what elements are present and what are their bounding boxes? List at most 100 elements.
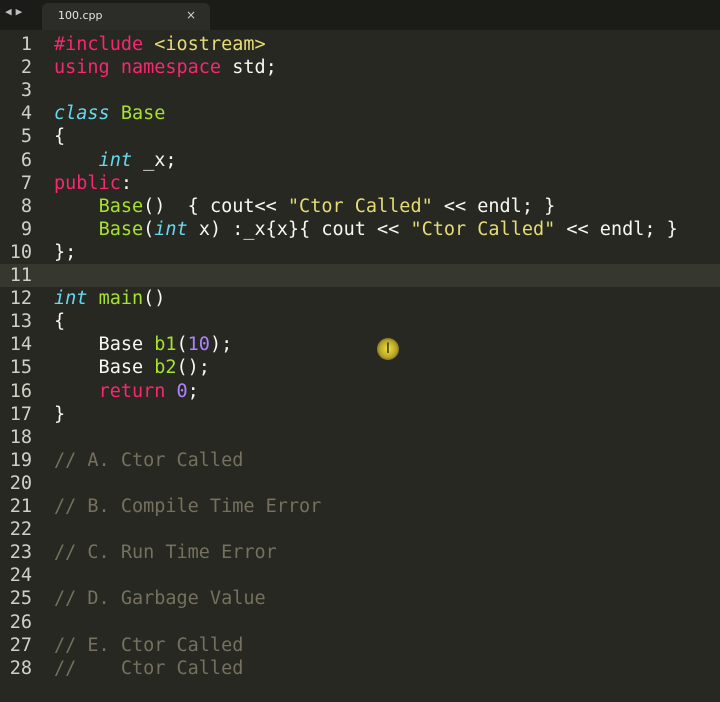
code-line[interactable]: 14 Base b1(10);: [0, 333, 720, 356]
code-line[interactable]: 23 // C. Run Time Error: [0, 541, 720, 564]
code-token: << endl; }: [432, 195, 556, 217]
line-number: 21: [9, 496, 32, 517]
line-number: 13: [9, 311, 32, 333]
code-line[interactable]: 5{: [0, 125, 720, 148]
code-line[interactable]: 4 class Base: [0, 102, 720, 125]
line-code: // C. Run Time Error: [54, 541, 277, 564]
code-line[interactable]: 18: [0, 426, 720, 449]
code-line[interactable]: 25 // D. Garbage Value: [0, 587, 720, 610]
code-token: << endl; }: [555, 218, 678, 240]
line-code: // E. Ctor Called: [54, 634, 243, 657]
line-number: 10: [9, 241, 32, 263]
text-cursor-icon: I: [377, 338, 399, 360]
line-number: 9: [20, 218, 32, 240]
code-line[interactable]: 12 int main(): [0, 287, 720, 310]
code-token: int: [98, 149, 132, 171]
code-token: (: [176, 334, 188, 356]
code-line[interactable]: 1 #include <iostream>: [0, 33, 720, 56]
line-code: Base b2();: [54, 356, 210, 379]
line-code: #include <iostream>: [54, 33, 266, 56]
code-token: Base: [98, 218, 144, 240]
line-number: 14: [9, 334, 32, 356]
code-line[interactable]: 27 // E. Ctor Called: [0, 634, 720, 657]
code-token: b1: [154, 334, 177, 356]
code-token: std;: [232, 57, 277, 79]
code-line[interactable]: 3: [0, 79, 720, 102]
code-line[interactable]: 22: [0, 518, 720, 541]
line-number: 2: [20, 57, 32, 79]
code-token: :: [120, 172, 132, 194]
code-token: Base: [54, 357, 155, 379]
code-token: (: [143, 218, 155, 240]
line-number: 22: [9, 519, 32, 541]
code-line[interactable]: 6 int _x;: [0, 149, 720, 172]
back-arrow-icon[interactable]: ◀: [5, 5, 12, 19]
code-token: Base: [54, 334, 155, 356]
code-line[interactable]: 16 return 0;: [0, 380, 720, 403]
code-token: 0: [176, 380, 188, 402]
code-token: (): [143, 288, 166, 310]
code-token: // C. Run Time Error: [54, 542, 277, 564]
line-number: 24: [9, 565, 32, 587]
line-code: {: [54, 310, 65, 333]
line-code: using namespace std;: [54, 56, 277, 79]
line-number: 12: [9, 288, 32, 310]
line-code: Base(int x) :_x{x}{ cout << "Ctor Called…: [54, 218, 678, 241]
line-code: Base b1(10);: [54, 333, 233, 356]
code-token: ;: [187, 380, 199, 402]
code-editor[interactable]: 1 #include <iostream> 2 using namespace std…: [0, 32, 720, 702]
code-token: public: [54, 172, 121, 194]
code-token: Base: [120, 103, 166, 125]
line-code: // B. Compile Time Error: [54, 495, 321, 518]
code-line[interactable]: 11: [0, 264, 720, 288]
code-line[interactable]: 10};: [0, 241, 720, 264]
text-cursor-glyph: I: [385, 341, 391, 357]
code-line[interactable]: 21 // B. Compile Time Error: [0, 495, 720, 518]
code-token: using namespace: [54, 57, 233, 79]
file-tab[interactable]: 100.cpp ×: [42, 3, 210, 30]
code-line[interactable]: 26: [0, 611, 720, 634]
code-token: // E. Ctor Called: [54, 634, 244, 656]
code-token: class: [54, 103, 121, 125]
close-icon[interactable]: ×: [186, 8, 196, 22]
line-number: 26: [9, 611, 32, 633]
code-token: _x;: [131, 149, 177, 171]
code-line[interactable]: 20: [0, 472, 720, 495]
line-number: 8: [20, 195, 32, 217]
code-token: );: [209, 334, 233, 356]
tab-bar: ◀ ▶ 100.cpp ×: [0, 0, 720, 30]
code-token: Base: [98, 195, 144, 217]
code-line[interactable]: 13 {: [0, 310, 720, 333]
line-code: };: [54, 241, 76, 264]
code-line[interactable]: 8 Base() { cout<< "Ctor Called" << endl;…: [0, 195, 720, 218]
line-number: 3: [20, 80, 32, 102]
line-code: int main(): [54, 287, 165, 310]
code-line[interactable]: 24: [0, 564, 720, 587]
code-token: 10: [187, 334, 210, 356]
code-token: // D. Garbage Value: [54, 588, 266, 610]
code-line[interactable]: 28 // Ctor Called: [0, 657, 720, 680]
forward-arrow-icon[interactable]: ▶: [16, 5, 23, 19]
line-number: 6: [20, 149, 32, 171]
code-token: int: [54, 288, 88, 310]
line-code: class Base: [54, 102, 165, 125]
code-token: // A. Ctor Called: [54, 449, 244, 471]
line-code: // Ctor Called: [54, 657, 243, 680]
code-line[interactable]: 19 // A. Ctor Called: [0, 449, 720, 472]
code-token: "Ctor Called": [410, 218, 556, 240]
code-line[interactable]: 2 using namespace std;: [0, 56, 720, 79]
line-code: public:: [54, 172, 132, 195]
line-number: 11: [9, 265, 32, 286]
line-number: 4: [20, 103, 32, 125]
code-line[interactable]: 15 Base b2();: [0, 356, 720, 379]
code-token: () { cout<<: [143, 195, 288, 217]
code-line[interactable]: 7 public:: [0, 172, 720, 195]
line-number: 23: [9, 542, 32, 564]
code-line[interactable]: 9 Base(int x) :_x{x}{ cout << "Ctor Call…: [0, 218, 720, 241]
code-line[interactable]: 17}: [0, 403, 720, 426]
